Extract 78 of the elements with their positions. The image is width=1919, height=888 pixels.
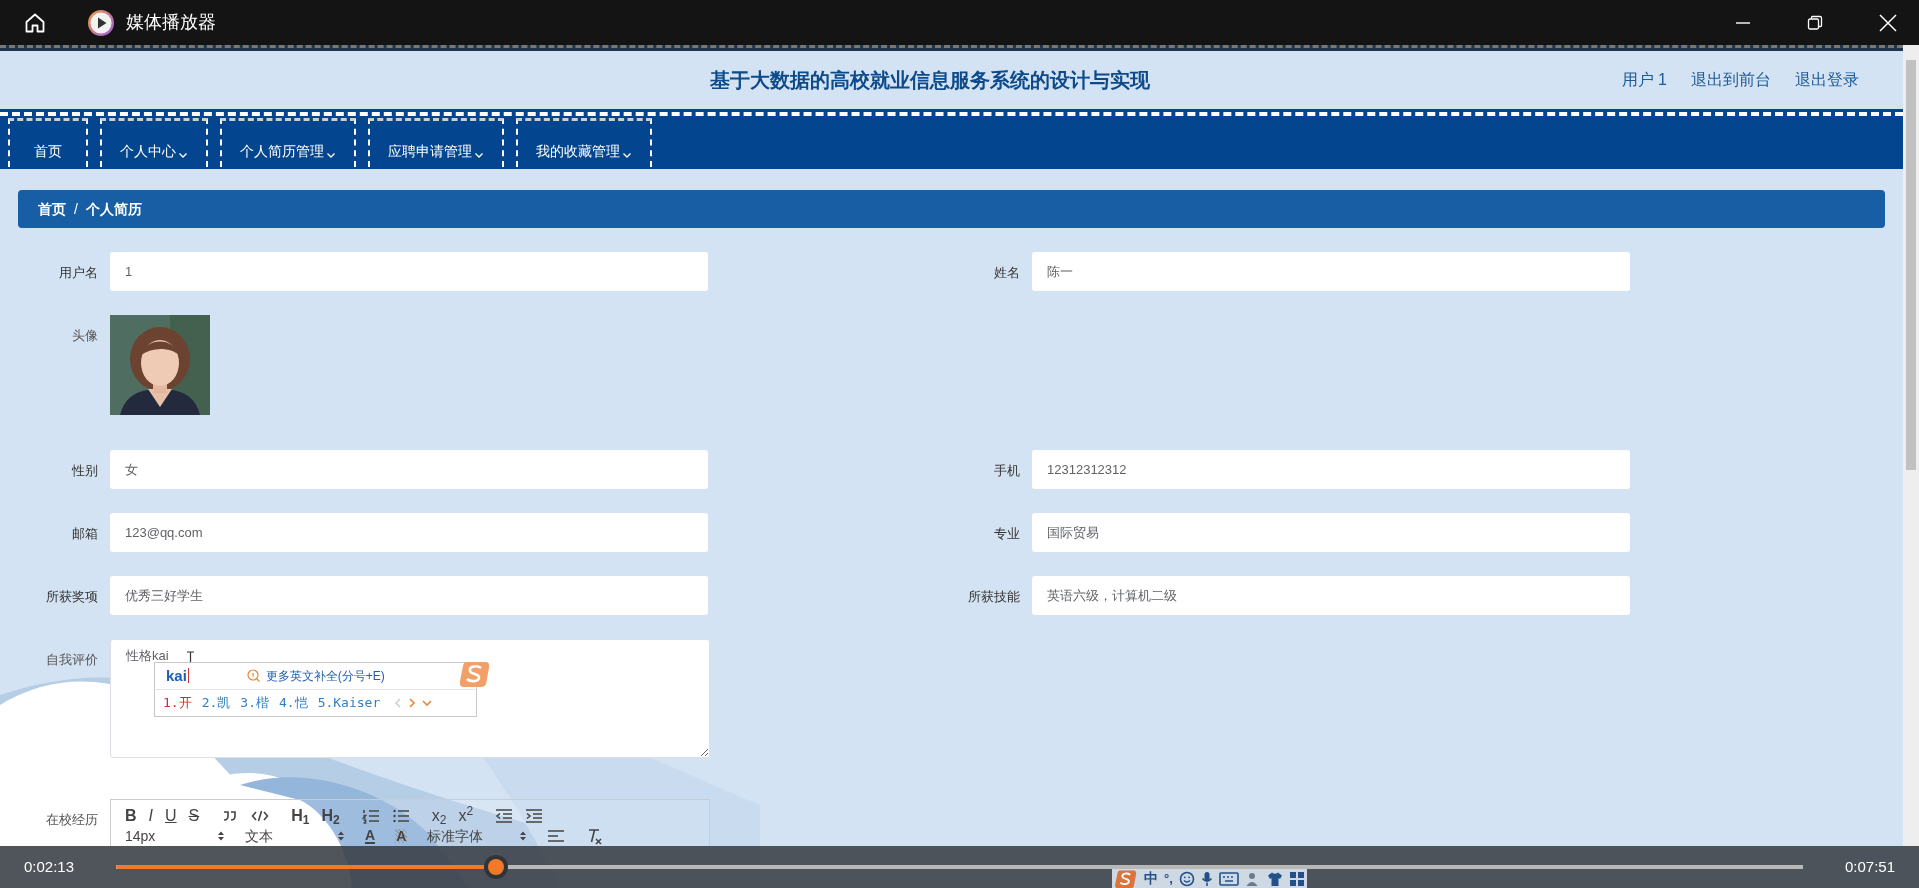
script-button[interactable]: x$^{2}$	[458, 808, 474, 824]
ime-punctuation[interactable]: °,	[1164, 868, 1173, 888]
breadcrumb-current: 个人简历	[85, 199, 142, 219]
window-title: 媒体播放器	[126, 11, 216, 34]
input-field[interactable]: 英语六级，计算机二级	[1032, 576, 1630, 615]
scrollbar[interactable]	[1903, 45, 1919, 846]
ime-mode[interactable]: 中	[1144, 868, 1158, 888]
close-icon[interactable]	[1879, 13, 1897, 32]
field-label: 在校经历	[45, 811, 98, 829]
input-field[interactable]: 优秀三好学生	[110, 576, 708, 615]
field-label: 手机	[993, 462, 1020, 480]
header-link[interactable]: 退出登录	[1795, 68, 1859, 92]
ime-candidate[interactable]: 4.恺	[278, 693, 308, 713]
bold-button[interactable]: B	[125, 808, 137, 824]
nav-tab[interactable]: 应聘申请管理	[368, 118, 504, 167]
microphone-icon[interactable]	[1200, 870, 1213, 887]
select-control[interactable]: 14px	[125, 828, 225, 844]
outdent-icon[interactable]	[495, 807, 514, 825]
bullet-list-icon[interactable]	[391, 807, 410, 825]
header-button[interactable]: H$_{1}$	[291, 808, 310, 824]
field-label: 所获奖项	[45, 588, 98, 606]
strike-button[interactable]: S	[188, 808, 200, 824]
field-label: 自我评价	[45, 651, 98, 669]
header-link[interactable]: 用户 1	[1621, 68, 1667, 92]
total-time: 0:07:51	[1844, 856, 1895, 877]
field-label: 用户名	[58, 264, 98, 282]
nav-tab[interactable]: 个人中心	[100, 118, 208, 167]
restore-icon[interactable]	[1807, 14, 1823, 31]
current-time: 0:02:13	[24, 856, 76, 877]
breadcrumb-separator: /	[74, 199, 78, 219]
font-color-button[interactable]: A	[365, 828, 376, 844]
input-field[interactable]: 国际贸易	[1032, 513, 1630, 552]
select-control[interactable]: 文本	[245, 828, 345, 844]
background-color-button[interactable]: A	[395, 829, 408, 843]
field-label: 姓名	[993, 264, 1020, 282]
nav-tab[interactable]: 我的收藏管理	[516, 118, 652, 167]
align-icon[interactable]	[547, 827, 566, 845]
underline-button[interactable]: U	[165, 808, 177, 824]
field-label: 性别	[71, 462, 98, 480]
input-field[interactable]: 陈一	[1032, 252, 1630, 291]
ime-candidate[interactable]: 5.Kaiser	[317, 693, 381, 713]
script-button[interactable]: x$_{2}$	[431, 808, 447, 824]
sort-arrows-icon	[519, 830, 528, 842]
smiley-icon[interactable]	[1178, 870, 1195, 887]
nav-tab[interactable]: 首页	[8, 118, 88, 167]
sort-arrows-icon	[337, 830, 345, 842]
seek-handle[interactable]	[483, 855, 508, 879]
shirt-icon[interactable]	[1266, 870, 1283, 887]
info-icon	[246, 668, 261, 683]
grid-icon[interactable]	[1288, 870, 1305, 887]
header-button[interactable]: H$_{2}$	[321, 808, 340, 824]
field-label: 所获技能	[967, 588, 1020, 606]
indent-icon[interactable]	[525, 807, 544, 825]
field-label: 专业	[993, 525, 1020, 543]
ime-candidate[interactable]: 2.凯	[201, 693, 231, 713]
sort-arrows-icon	[217, 830, 225, 842]
breadcrumb-link[interactable]: 首页	[38, 198, 66, 220]
input-field[interactable]: 12312312312	[1032, 450, 1630, 489]
input-field[interactable]: 1	[110, 252, 708, 291]
chevron-down-icon[interactable]	[422, 698, 433, 707]
next-icon[interactable]	[408, 697, 417, 708]
numbered-list-icon[interactable]	[361, 807, 380, 825]
select-control[interactable]: 标准字体	[427, 828, 528, 844]
ime-candidate[interactable]: 3.楷	[240, 693, 269, 713]
field-label: 头像	[71, 327, 98, 345]
play-icon	[87, 8, 115, 37]
keyboard-icon[interactable]	[1218, 871, 1239, 886]
ime-candidate[interactable]: 1.开	[163, 693, 192, 713]
nav-tab[interactable]: 个人简历管理	[220, 118, 356, 167]
header-link[interactable]: 退出到前台	[1691, 68, 1771, 92]
rich-text-editor[interactable]: B I U S H$_{1}$ H$_{2}$ x$_{2}$ x$^{2}$ 14px 文本 A A 标准字体	[110, 799, 710, 846]
ime-hint[interactable]: 更多英文补全(分号+E)	[265, 666, 385, 685]
site-title: 基于大数据的高校就业信息服务系统的设计与实现	[709, 68, 1150, 93]
input-field[interactable]: 123@qq.com	[110, 513, 708, 552]
logo-icon	[1114, 868, 1138, 888]
field-label: 邮箱	[71, 525, 98, 543]
italic-button[interactable]: I	[148, 808, 153, 824]
input-field[interactable]: 女	[110, 450, 708, 489]
